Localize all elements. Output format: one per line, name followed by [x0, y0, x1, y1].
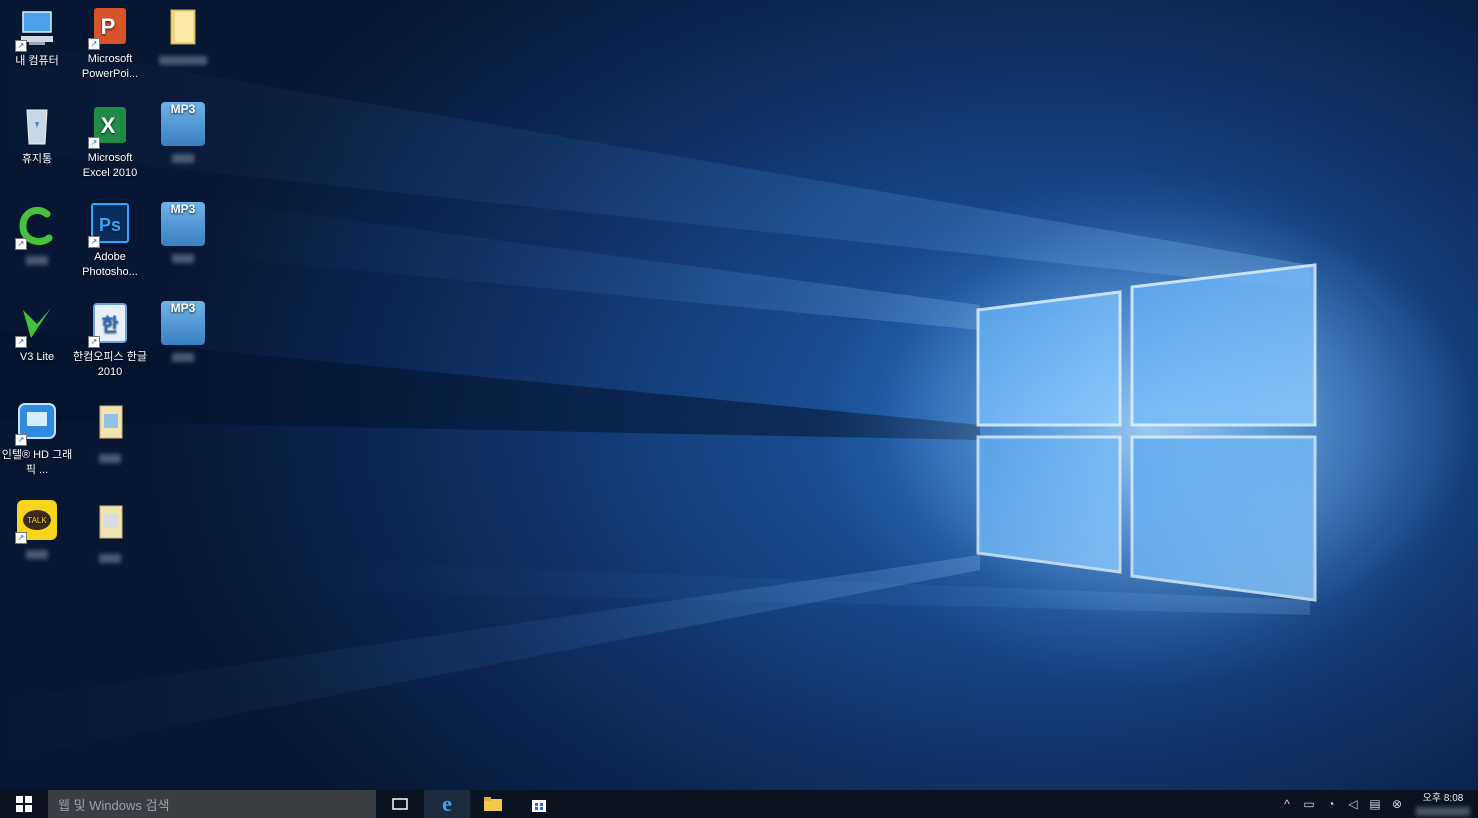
computer-icon: ↗	[13, 6, 61, 52]
document-icon	[86, 502, 134, 548]
system-tray: ^ ▭ ◔ ◁ ▤ ⊗ 오후 8:08	[1276, 790, 1478, 818]
intel-hd-icon-item[interactable]: ↗ 인텔® HD 그래픽 ...	[0, 400, 74, 478]
obscured-label	[99, 554, 121, 563]
volume-icon[interactable]: ◁	[1342, 797, 1364, 811]
folder-icon	[159, 4, 207, 50]
edge-browser-button[interactable]: e	[424, 790, 470, 818]
clock-date-obscured	[1416, 806, 1470, 816]
shortcut-arrow-icon: ↗	[88, 236, 100, 248]
search-placeholder: 웹 및 Windows 검색	[58, 797, 170, 813]
search-input[interactable]: 웹 및 Windows 검색	[48, 790, 376, 818]
powerpoint-icon: P ↗	[86, 4, 134, 50]
kakaotalk-icon-item[interactable]: TALK ↗	[0, 498, 74, 564]
obscured-label	[172, 154, 194, 163]
shortcut-arrow-icon: ↗	[15, 336, 27, 348]
icon-label: Microsoft PowerPoi...	[81, 53, 139, 80]
close-circle-icon[interactable]: ⊗	[1386, 797, 1408, 811]
mp3-file-icon: MP3	[159, 301, 207, 347]
photoshop-icon: Ps ↗	[86, 202, 134, 248]
svg-text:TALK: TALK	[27, 516, 47, 525]
icon-label: V3 Lite	[19, 351, 55, 363]
document-icon-item-2[interactable]	[73, 502, 147, 568]
mp3-file-icon: MP3	[159, 102, 207, 148]
obscured-label	[172, 254, 194, 263]
task-view-button[interactable]	[376, 790, 424, 818]
shortcut-arrow-icon: ↗	[88, 38, 100, 50]
kakaotalk-icon: TALK ↗	[13, 498, 61, 544]
wifi-icon[interactable]: ◔	[1320, 797, 1342, 811]
mp3-icon-item-1[interactable]: MP3	[146, 102, 220, 168]
shortcut-arrow-icon: ↗	[15, 532, 27, 544]
intel-graphics-icon: ↗	[13, 400, 61, 446]
clock-time: 오후 8:08	[1422, 792, 1464, 804]
obscured-label	[172, 353, 194, 362]
excel-icon-item[interactable]: X ↗ Microsoft Excel 2010	[73, 103, 147, 181]
icon-label: 인텔® HD 그래픽 ...	[1, 449, 73, 476]
windows-start-icon	[16, 796, 32, 812]
cleaner-icon-item[interactable]: ↗	[0, 204, 74, 270]
action-center-icon[interactable]: ▤	[1364, 797, 1386, 811]
shortcut-arrow-icon: ↗	[15, 434, 27, 446]
icon-label: Microsoft Excel 2010	[82, 152, 138, 179]
folder-icon-item[interactable]	[146, 4, 220, 70]
svg-text:Ps: Ps	[99, 215, 121, 235]
file-explorer-button[interactable]	[470, 790, 516, 818]
mp3-icon-item-2[interactable]: MP3	[146, 202, 220, 268]
excel-icon: X ↗	[86, 103, 134, 149]
store-bag-icon	[532, 800, 546, 812]
v3-icon: ↗	[13, 302, 61, 348]
store-button[interactable]	[516, 790, 562, 818]
icon-label: 휴지통	[21, 153, 53, 165]
shortcut-arrow-icon: ↗	[15, 40, 27, 52]
mp3-file-icon: MP3	[159, 202, 207, 248]
desktop: ↗ 내 컴퓨터 휴지통 ↗ ↗ V3 Lite ↗ 인텔® HD 그래픽 ...…	[0, 0, 1478, 818]
obscured-label	[99, 454, 121, 463]
taskbar: 웹 및 Windows 검색 e ^ ▭ ◔ ◁ ▤ ⊗ 오후 8:08	[0, 790, 1478, 818]
start-button[interactable]	[0, 790, 48, 818]
folder-icon	[484, 797, 502, 811]
document-icon	[86, 402, 134, 448]
windows-wallpaper	[0, 40, 1478, 760]
shortcut-arrow-icon: ↗	[88, 137, 100, 149]
battery-icon[interactable]: ▭	[1298, 797, 1320, 811]
c-logo-icon: ↗	[13, 204, 61, 250]
icon-label: Adobe Photosho...	[82, 251, 138, 278]
recycle-bin-icon	[13, 104, 61, 150]
mp3-icon-item-3[interactable]: MP3	[146, 301, 220, 367]
clock[interactable]: 오후 8:08	[1408, 793, 1478, 816]
internet-explorer-icon: e	[442, 791, 452, 816]
v3-lite-icon-item[interactable]: ↗ V3 Lite	[0, 302, 74, 365]
photoshop-icon-item[interactable]: Ps ↗ Adobe Photosho...	[73, 202, 147, 280]
svg-text:X: X	[101, 113, 116, 138]
hangul-icon: 한 ↗	[86, 302, 134, 348]
recycle-bin-icon-item[interactable]: 휴지통	[0, 104, 74, 167]
document-icon-item[interactable]	[73, 402, 147, 468]
svg-text:한: 한	[102, 315, 119, 336]
obscured-label	[159, 56, 207, 65]
my-computer-icon-item[interactable]: ↗ 내 컴퓨터	[0, 6, 74, 69]
powerpoint-icon-item[interactable]: P ↗ Microsoft PowerPoi...	[73, 4, 147, 82]
obscured-label	[26, 550, 48, 559]
hwp-icon-item[interactable]: 한 ↗ 한컴오피스 한글 2010	[73, 302, 147, 380]
task-view-icon	[392, 798, 408, 810]
shortcut-arrow-icon: ↗	[15, 238, 27, 250]
obscured-label	[26, 256, 48, 265]
icon-label: 한컴오피스 한글 2010	[73, 351, 147, 378]
icon-label: 내 컴퓨터	[15, 55, 59, 67]
shortcut-arrow-icon: ↗	[88, 336, 100, 348]
svg-text:P: P	[101, 14, 116, 39]
chevron-up-icon[interactable]: ^	[1276, 797, 1298, 811]
